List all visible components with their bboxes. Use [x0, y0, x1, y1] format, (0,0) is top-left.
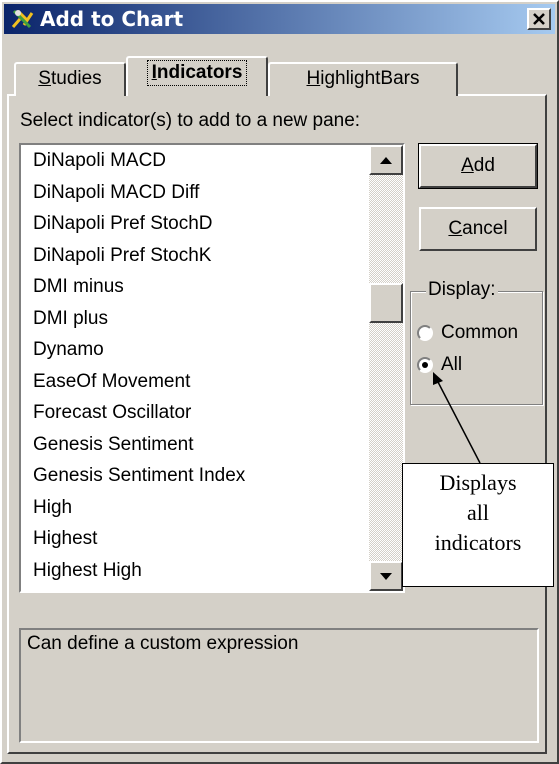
- list-item[interactable]: DiNapoli MACD Diff: [33, 177, 245, 209]
- instruction-label: Select indicator(s) to add to a new pane…: [20, 110, 361, 131]
- list-item[interactable]: DiNapoli MACD: [33, 145, 245, 177]
- arrow-up-icon: [380, 157, 392, 164]
- radio-selected-dot: [422, 361, 428, 368]
- list-item[interactable]: Highest: [33, 523, 245, 555]
- list-item[interactable]: Keltner Custom Band: [33, 586, 245, 591]
- indicator-items: DiNapoli MACD DiNapoli MACD Diff DiNapoli …: [33, 145, 245, 591]
- scroll-up-button[interactable]: [369, 145, 403, 175]
- scrollbar[interactable]: [369, 145, 403, 591]
- arrow-down-icon: [380, 573, 392, 580]
- scroll-down-button[interactable]: [369, 561, 403, 591]
- list-item[interactable]: EaseOf Movement: [33, 366, 245, 398]
- title-bar[interactable]: Add to Chart: [4, 4, 555, 34]
- chart-tools-icon: [11, 9, 34, 29]
- display-group: [410, 291, 543, 405]
- window-title: Add to Chart: [40, 7, 184, 31]
- callout-line: indicators: [434, 530, 522, 555]
- list-item[interactable]: DMI plus: [33, 303, 245, 335]
- tab-indicators[interactable]: Indicators: [126, 56, 268, 96]
- radio-common[interactable]: Common: [417, 320, 518, 346]
- display-group-title: Display:: [426, 279, 498, 301]
- radio-button[interactable]: [417, 356, 433, 373]
- list-item[interactable]: Dynamo: [33, 334, 245, 366]
- radio-all[interactable]: All: [417, 352, 462, 378]
- close-icon: [533, 13, 545, 25]
- callout-line: Displays: [439, 470, 517, 495]
- list-item[interactable]: Forecast Oscillator: [33, 397, 245, 429]
- list-item[interactable]: DiNapoli Pref StochK: [33, 240, 245, 272]
- list-item[interactable]: DMI minus: [33, 271, 245, 303]
- list-item[interactable]: Highest High: [33, 555, 245, 587]
- add-button[interactable]: Add: [418, 143, 538, 189]
- callout-line: all: [467, 500, 489, 525]
- list-item[interactable]: High: [33, 492, 245, 524]
- callout-box: Displays all indicators: [402, 463, 554, 587]
- list-item[interactable]: DiNapoli Pref StochD: [33, 208, 245, 240]
- list-item[interactable]: Genesis Sentiment Index: [33, 460, 245, 492]
- close-button[interactable]: [527, 8, 551, 30]
- tab-highlightbars[interactable]: HighlightBars: [268, 62, 458, 96]
- description-box: Can define a custom expression: [19, 628, 539, 743]
- list-item[interactable]: Genesis Sentiment: [33, 429, 245, 461]
- scroll-thumb[interactable]: [369, 283, 403, 323]
- indicator-list[interactable]: DiNapoli MACD DiNapoli MACD Diff DiNapoli …: [19, 143, 405, 593]
- radio-button[interactable]: [417, 324, 433, 341]
- cancel-button[interactable]: Cancel: [419, 207, 537, 251]
- tab-studies[interactable]: Studies: [14, 62, 126, 96]
